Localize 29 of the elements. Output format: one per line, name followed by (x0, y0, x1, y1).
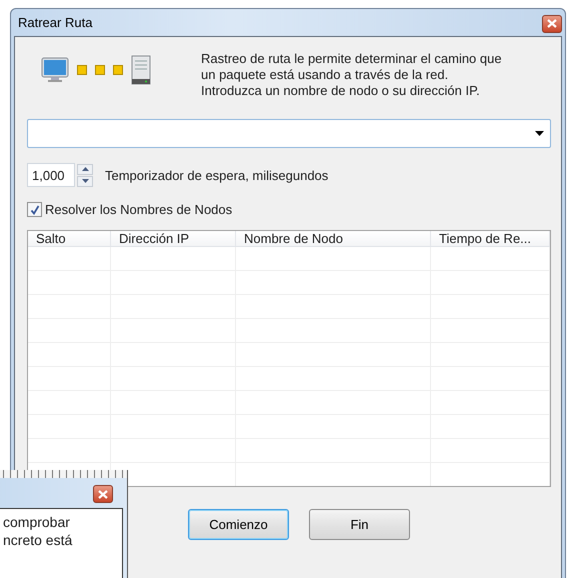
spin-up-button[interactable] (77, 164, 93, 174)
end-button[interactable]: Fin (309, 509, 410, 540)
column-header[interactable]: Tiempo de Re... (431, 231, 550, 246)
down-arrow-icon (82, 179, 88, 183)
description-text: Rastreo de ruta le permite determinar el camino que un paquete está usando a través de la red. Introduzca un nombre de nodo o su dirección IP. (201, 51, 502, 99)
timeout-input[interactable]: 1,000 (27, 163, 75, 187)
dropdown-caret-icon (535, 131, 544, 136)
column-header[interactable]: Nombre de Nodo (236, 231, 431, 246)
node-square-icon (113, 65, 123, 75)
node-square-icon (95, 65, 105, 75)
monitor-icon (41, 57, 69, 83)
column-header[interactable]: Dirección IP (111, 231, 236, 246)
window-text: ncreto está (3, 531, 74, 549)
checkmark-icon (30, 204, 40, 214)
spin-down-button[interactable] (77, 176, 93, 186)
close-button[interactable] (93, 485, 113, 503)
close-button[interactable] (542, 14, 562, 32)
close-icon (547, 19, 557, 28)
close-icon (98, 490, 108, 498)
window-text: comprobar (3, 513, 71, 531)
column-header[interactable]: Salto (28, 231, 111, 246)
timeout-label: Temporizador de espera, milisegundos (105, 168, 328, 182)
resolve-names-checkbox[interactable] (27, 202, 42, 217)
node-square-icon (77, 65, 87, 75)
server-icon (131, 55, 151, 85)
start-button[interactable]: Comienzo (188, 509, 289, 540)
resolve-names-label: Resolver los Nombres de Nodos (45, 202, 232, 217)
window-title: Ratrear Ruta (18, 15, 92, 30)
up-arrow-icon (82, 167, 88, 171)
